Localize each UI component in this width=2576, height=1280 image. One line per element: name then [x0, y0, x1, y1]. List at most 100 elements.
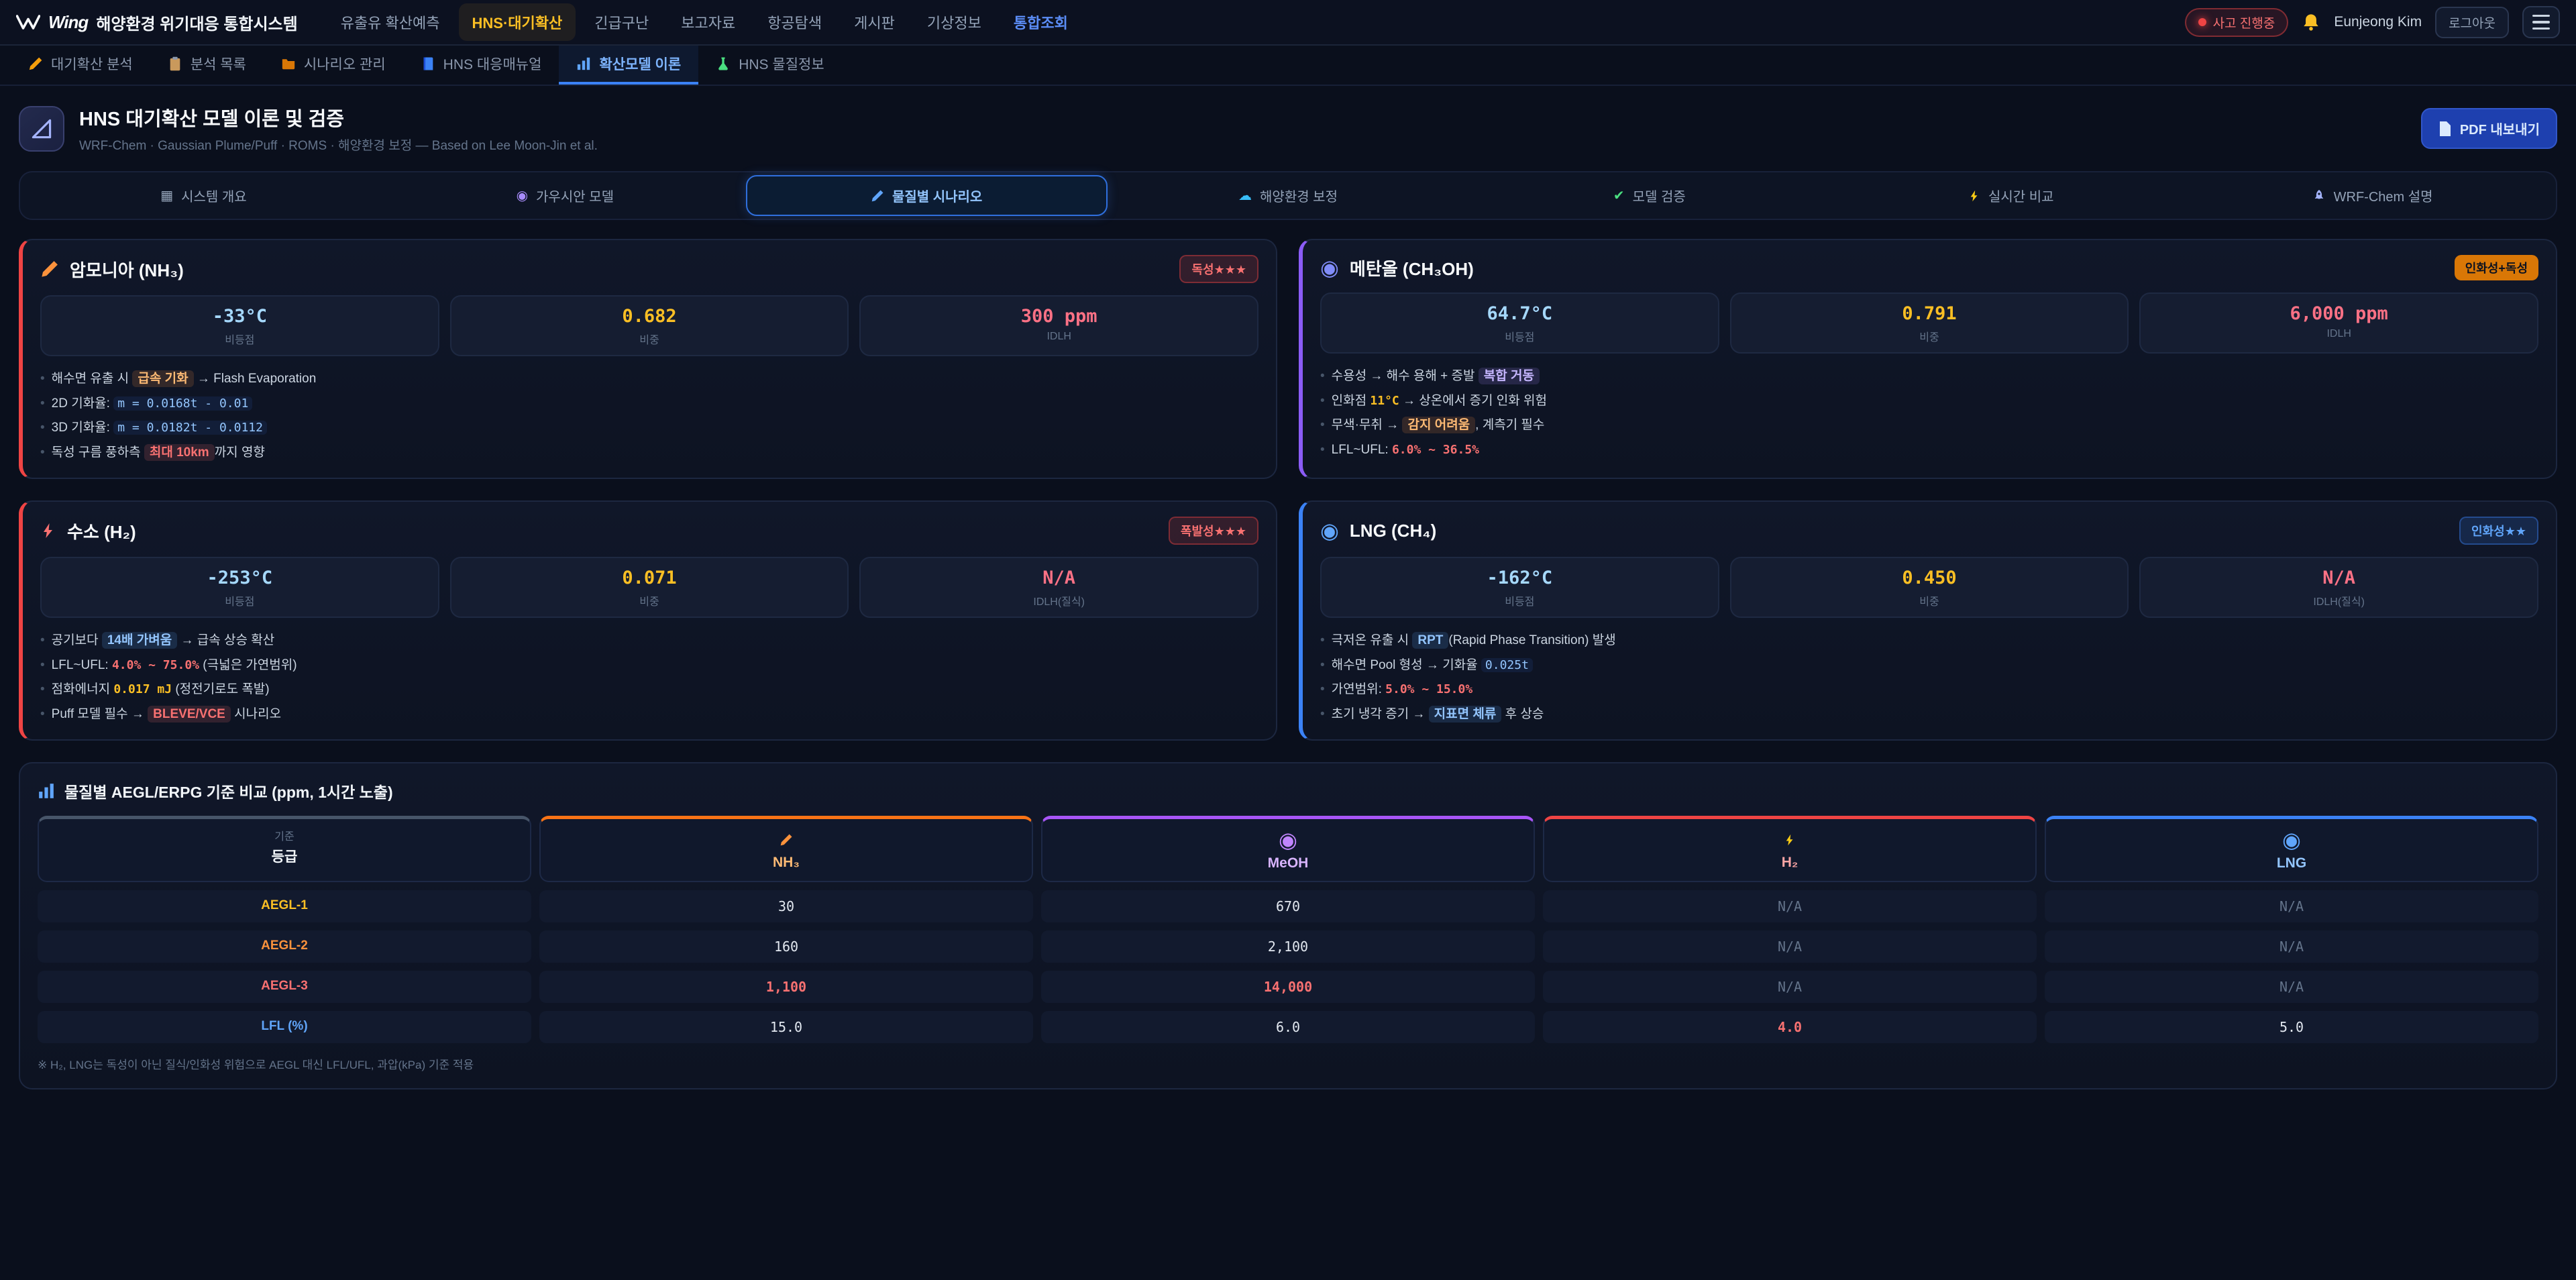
tab-label: 모델 검증 [1633, 186, 1686, 205]
bullet: •초기 냉각 증기 → 지표면 체류 후 상승 [1320, 705, 2538, 724]
stat-idlh: N/A IDLH(질식) [2139, 557, 2538, 618]
notification-bell-icon[interactable] [2302, 13, 2320, 32]
cell-aegl2-meoh: 2,100 [1041, 930, 1535, 963]
bullet: •인화점 11°C → 상온에서 증기 인화 위험 [1320, 392, 2538, 411]
card-title: 암모니아 (NH₃) [70, 257, 184, 282]
page-header: HNS 대기확산 모델 이론 및 검증 WRF-Chem · Gaussian … [0, 86, 2576, 168]
stat-specific-gravity: 0.450 비중 [1730, 557, 2129, 618]
cell-aegl2-h2: N/A [1543, 930, 2037, 963]
menu-item-board[interactable]: 게시판 [841, 3, 908, 41]
logout-button[interactable]: 로그아웃 [2435, 7, 2509, 38]
cell-aegl1-h2: N/A [1543, 890, 2037, 922]
table-title: 물질별 AEGL/ERPG 기준 비교 (ppm, 1시간 노출) [38, 780, 2538, 802]
stat-boiling-point: -33°C 비등점 [40, 295, 439, 356]
main-menu: 유출유 확산예측 HNS·대기확산 긴급구난 보고자료 항공탐색 게시판 기상정… [327, 3, 1081, 41]
cloud-icon: ☁ [1238, 187, 1252, 204]
subtab-hns-manual[interactable]: HNS 대응매뉴얼 [403, 46, 559, 85]
hazard-badge: 폭발성★★★ [1169, 517, 1258, 545]
card-bullets: •공기보다 14배 가벼움 → 급속 상승 확산 •LFL~UFL: 4.0% … [40, 631, 1258, 723]
card-header: 암모니아 (NH₃) 독성★★★ [40, 255, 1258, 283]
file-icon [2438, 121, 2452, 137]
subtab-scenario-management[interactable]: 시나리오 관리 [264, 46, 403, 85]
tab-label: 실시간 비교 [1988, 186, 2054, 205]
flask-icon [716, 56, 731, 71]
menu-item-weather[interactable]: 기상정보 [914, 3, 995, 41]
table-title-text: 물질별 AEGL/ERPG 기준 비교 (ppm, 1시간 노출) [64, 780, 393, 802]
building-icon: ▦ [160, 187, 173, 204]
card-header: ◉ 메탄올 (CH₃OH) 인화성+독성 [1320, 255, 2538, 280]
tab-model-validation[interactable]: ✔ 모델 검증 [1468, 175, 1830, 216]
stat-idlh: 6,000 ppm IDLH [2139, 292, 2538, 354]
subtab-hns-substance-info[interactable]: HNS 물질정보 [698, 46, 841, 85]
sub-navbar: 대기확산 분석 분석 목록 시나리오 관리 HNS 대응매뉴얼 확산모델 이론 … [0, 46, 2576, 86]
bullet: •Puff 모델 필수 → BLEVE/VCE 시나리오 [40, 705, 1258, 724]
molecule-icon: ◉ [2051, 827, 2532, 853]
menu-item-rescue[interactable]: 긴급구난 [581, 3, 662, 41]
card-bullets: •극저온 유출 시 RPT(Rapid Phase Transition) 발생… [1320, 631, 2538, 723]
stat-idlh: N/A IDLH(질식) [859, 557, 1258, 618]
subtab-label: 대기확산 분석 [51, 54, 133, 74]
col-header-meoh: ◉ MeOH [1041, 816, 1535, 882]
subtab-label: 분석 목록 [191, 54, 246, 74]
tab-system-overview[interactable]: ▦ 시스템 개요 [23, 175, 384, 216]
lightning-icon [1784, 833, 1796, 847]
menu-item-hns-diffusion[interactable]: HNS·대기확산 [459, 3, 576, 41]
cell-aegl3-nh3: 1,100 [539, 971, 1033, 1003]
molecule-icon: ◉ [1320, 518, 1339, 543]
page-subtitle: WRF-Chem · Gaussian Plume/Puff · ROMS · … [79, 136, 598, 154]
card-bullets: •해수면 유출 시 급속 기화 → Flash Evaporation •2D … [40, 370, 1258, 462]
top-navbar: Wing 해양환경 위기대응 통합시스템 유출유 확산예측 HNS·대기확산 긴… [0, 0, 2576, 46]
row-label-aegl1: AEGL-1 [38, 890, 531, 922]
user-name: Eunjeong Kim [2334, 14, 2422, 30]
cell-aegl2-lng: N/A [2045, 930, 2538, 963]
card-title: 메탄올 (CH₃OH) [1350, 256, 1474, 280]
hazard-badge: 독성★★★ [1179, 255, 1258, 283]
app-title: 해양환경 위기대응 통합시스템 [96, 11, 297, 34]
lightning-icon [1968, 189, 1980, 203]
page-title: HNS 대기확산 모델 이론 및 검증 [79, 103, 598, 131]
tab-label: 가우시안 모델 [536, 186, 614, 205]
cell-lfl-h2: 4.0 [1543, 1011, 2037, 1043]
section-tabs: ▦ 시스템 개요 ◉ 가우시안 모델 물질별 시나리오 ☁ 해양환경 보정 ✔ … [19, 171, 2557, 220]
cell-aegl3-lng: N/A [2045, 971, 2538, 1003]
pencil-icon [40, 260, 59, 278]
stat-row: -33°C 비등점 0.682 비중 300 ppm IDLH [40, 295, 1258, 356]
bullet: •극저온 유출 시 RPT(Rapid Phase Transition) 발생 [1320, 631, 2538, 650]
tab-marine-correction[interactable]: ☁ 해양환경 보정 [1108, 175, 1469, 216]
menu-item-aerial-search[interactable]: 항공탐색 [754, 3, 835, 41]
card-header: ◉ LNG (CH₄) 인화성★★ [1320, 517, 2538, 545]
molecule-icon: ◉ [1320, 255, 1339, 280]
bar-chart-icon [38, 782, 55, 800]
card-header: 수소 (H₂) 폭발성★★★ [40, 517, 1258, 545]
stat-boiling-point: 64.7°C 비등점 [1320, 292, 1719, 354]
stat-row: 64.7°C 비등점 0.791 비중 6,000 ppm IDLH [1320, 292, 2538, 354]
tab-substance-scenarios[interactable]: 물질별 시나리오 [746, 175, 1108, 216]
card-hydrogen: 수소 (H₂) 폭발성★★★ -253°C 비등점 0.071 비중 N/A I… [19, 500, 1277, 741]
card-methanol: ◉ 메탄올 (CH₃OH) 인화성+독성 64.7°C 비등점 0.791 비중… [1299, 239, 2557, 479]
incident-status-badge[interactable]: 사고 진행중 [2185, 8, 2289, 37]
menu-item-integrated-search[interactable]: 통합조회 [1000, 3, 1081, 41]
subtab-label: 시나리오 관리 [304, 54, 386, 74]
subtab-label: 확산모델 이론 [599, 54, 681, 74]
tab-wrf-chem[interactable]: WRF-Chem 설명 [2192, 175, 2553, 216]
tab-label: 해양환경 보정 [1260, 186, 1338, 205]
subtab-diffusion-analysis[interactable]: 대기확산 분석 [11, 46, 150, 85]
hamburger-menu-button[interactable] [2522, 6, 2560, 38]
triangle-ruler-icon [19, 106, 64, 152]
tab-realtime-comparison[interactable]: 실시간 비교 [1830, 175, 2192, 216]
bullet: •LFL~UFL: 6.0% ~ 36.5% [1320, 441, 2538, 460]
bullet: •공기보다 14배 가벼움 → 급속 상승 확산 [40, 631, 1258, 650]
cell-aegl1-lng: N/A [2045, 890, 2538, 922]
table-footnote: ※ H₂, LNG는 독성이 아닌 질식/인화성 위험으로 AEGL 대신 LF… [38, 1055, 2538, 1072]
incident-badge-label: 사고 진행중 [2213, 13, 2275, 32]
card-lng: ◉ LNG (CH₄) 인화성★★ -162°C 비등점 0.450 비중 N/… [1299, 500, 2557, 741]
tab-label: WRF-Chem 설명 [2334, 186, 2433, 205]
subtab-analysis-list[interactable]: 분석 목록 [150, 46, 264, 85]
nav-right: 사고 진행중 Eunjeong Kim 로그아웃 [2185, 6, 2560, 38]
pdf-export-button[interactable]: PDF 내보내기 [2421, 108, 2557, 149]
subtab-diffusion-model-theory[interactable]: 확산모델 이론 [559, 46, 698, 85]
tab-gaussian-model[interactable]: ◉ 가우시안 모델 [384, 175, 746, 216]
menu-item-reports[interactable]: 보고자료 [667, 3, 749, 41]
bullet: •무색·무취 → 감지 어려움, 계측기 필수 [1320, 416, 2538, 435]
menu-item-oil-spill[interactable]: 유출유 확산예측 [327, 3, 453, 41]
